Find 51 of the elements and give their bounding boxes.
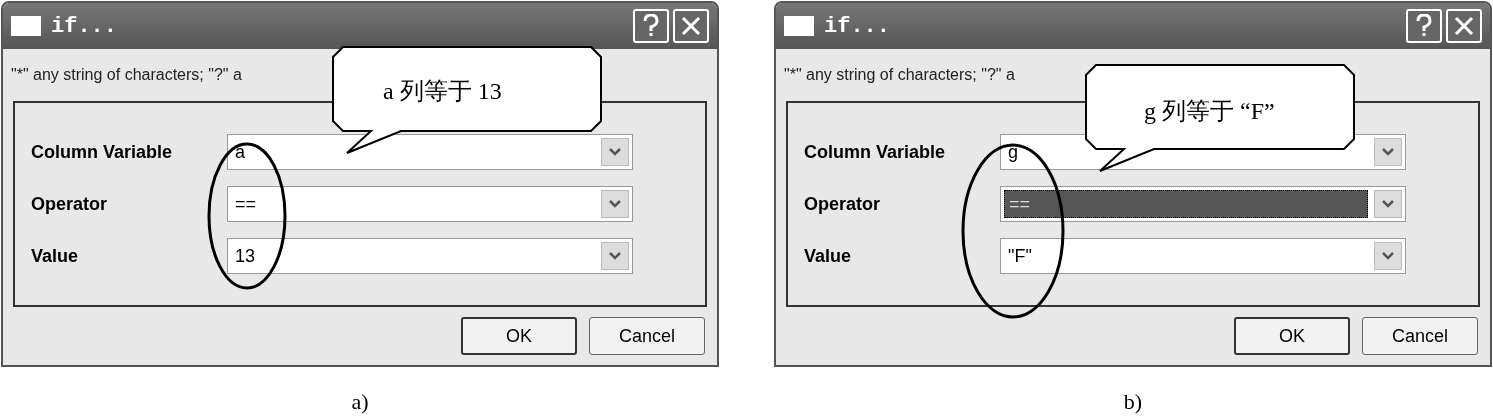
chevron-down-icon (1382, 200, 1394, 208)
field-label: Operator (804, 192, 882, 216)
chevron-down-icon (609, 200, 621, 208)
close-button[interactable] (1446, 9, 1482, 43)
dropdown-button[interactable] (601, 190, 629, 218)
window-icon (784, 16, 814, 36)
dialog-button[interactable]: Cancel (1362, 317, 1478, 355)
field-value: 13 (234, 244, 257, 268)
dropdown-button[interactable] (1374, 138, 1402, 166)
help-button[interactable] (633, 9, 669, 43)
field-label: Operator (31, 192, 109, 216)
window-icon (11, 16, 41, 36)
chevron-down-icon (609, 252, 621, 260)
dropdown-field[interactable]: == (1000, 186, 1406, 222)
field-label: Column Variable (804, 140, 947, 164)
figure-caption: b) (1123, 388, 1143, 416)
chevron-down-icon (1382, 148, 1394, 156)
chevron-down-icon (1382, 252, 1394, 260)
dropdown-button[interactable] (1374, 190, 1402, 218)
hint-text: "*" any string of characters; "?" a (784, 65, 1015, 85)
field-value: "F" (1007, 244, 1033, 268)
dialog-button[interactable]: OK (1234, 317, 1350, 355)
dialog-button[interactable]: Cancel (589, 317, 705, 355)
help-button[interactable] (1406, 9, 1442, 43)
dropdown-button[interactable] (601, 242, 629, 270)
field-value: a (234, 140, 246, 164)
field-value: g (1007, 140, 1019, 164)
figure-caption: a) (351, 388, 369, 416)
callout-text: g 列等于 “F” (1144, 97, 1275, 126)
callout-text: a 列等于 13 (383, 77, 502, 106)
dropdown-field[interactable]: == (227, 186, 633, 222)
close-button[interactable] (673, 9, 709, 43)
field-value: == (1004, 190, 1368, 218)
dropdown-field[interactable]: 13 (227, 238, 633, 274)
dropdown-field[interactable]: "F" (1000, 238, 1406, 274)
window-title: if... (51, 12, 118, 41)
field-label: Column Variable (31, 140, 174, 164)
field-label: Value (804, 244, 853, 268)
dropdown-field[interactable]: a (227, 134, 633, 170)
close-icon (1454, 16, 1474, 36)
close-icon (681, 16, 701, 36)
help-icon (1416, 14, 1432, 38)
dialog-button[interactable]: OK (461, 317, 577, 355)
field-value: == (234, 192, 258, 216)
dropdown-button[interactable] (601, 138, 629, 166)
dropdown-button[interactable] (1374, 242, 1402, 270)
chevron-down-icon (609, 148, 621, 156)
hint-text: "*" any string of characters; "?" a (11, 65, 242, 85)
help-icon (643, 14, 659, 38)
field-label: Value (31, 244, 80, 268)
window-title: if... (824, 12, 891, 41)
